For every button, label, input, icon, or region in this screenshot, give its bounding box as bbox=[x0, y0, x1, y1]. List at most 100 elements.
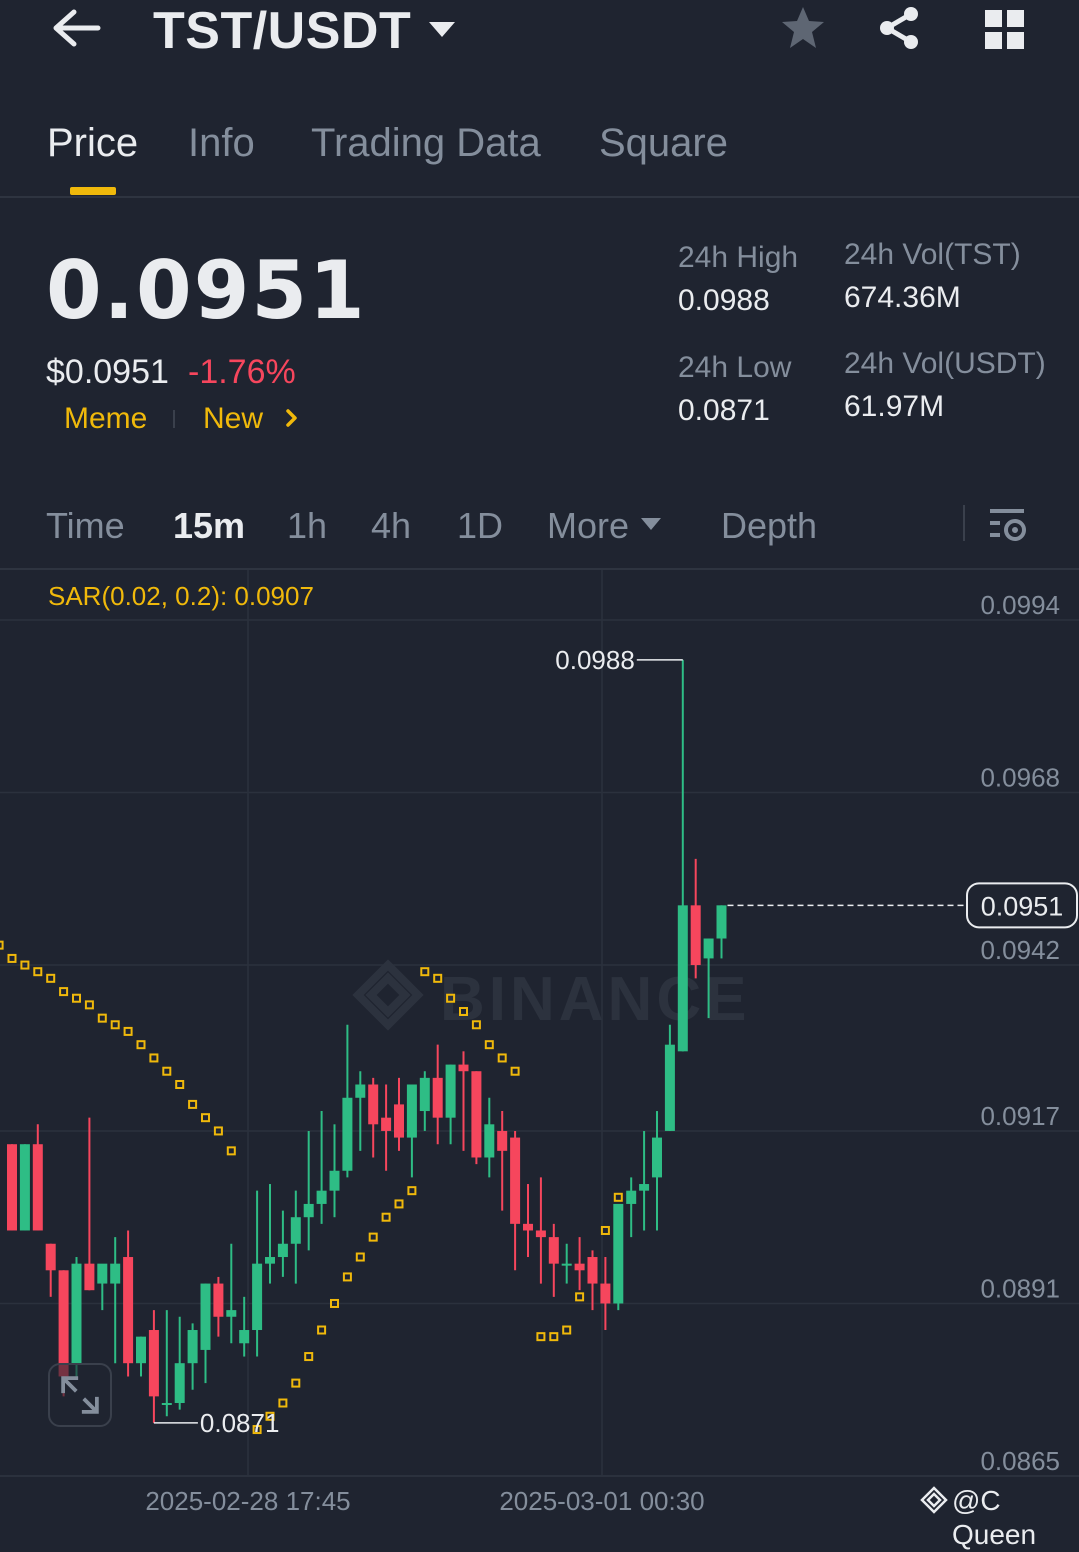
x-tick-label: 2025-03-01 00:30 bbox=[499, 1486, 704, 1516]
sar-dot bbox=[149, 1053, 159, 1063]
candle-body bbox=[187, 1330, 198, 1364]
tag-meme[interactable]: Meme bbox=[64, 400, 147, 438]
candle-body bbox=[445, 1064, 456, 1118]
candle-body bbox=[394, 1104, 404, 1138]
candle-body bbox=[548, 1237, 559, 1264]
candle-body bbox=[368, 1084, 379, 1125]
sar-dot bbox=[136, 1040, 146, 1050]
candle-body bbox=[136, 1336, 146, 1364]
sar-dot bbox=[420, 967, 430, 977]
sar-dot bbox=[536, 1332, 546, 1342]
y-tick-label: 0.0865 bbox=[980, 1446, 1060, 1476]
candle-body bbox=[226, 1310, 237, 1317]
binance-watermark-text: BINANCE bbox=[440, 965, 750, 1034]
share-icon[interactable] bbox=[875, 4, 923, 52]
grid-icon[interactable] bbox=[983, 8, 1027, 52]
y-tick-label: 0.0917 bbox=[980, 1101, 1060, 1131]
chevron-right-icon[interactable] bbox=[284, 406, 300, 430]
candle-body bbox=[639, 1184, 650, 1191]
candle-body bbox=[316, 1190, 327, 1204]
pair-title[interactable]: TST/USDT bbox=[153, 0, 411, 62]
back-arrow-icon[interactable] bbox=[50, 6, 102, 50]
candle-body bbox=[239, 1330, 250, 1344]
vol-quote-label: 24h Vol(USDT) bbox=[844, 347, 1046, 380]
sar-indicator-label: SAR(0.02, 0.2): 0.0907 bbox=[48, 581, 314, 611]
interval-depth[interactable]: Depth bbox=[721, 503, 817, 549]
fullscreen-button[interactable] bbox=[48, 1363, 112, 1427]
candle-body bbox=[406, 1084, 417, 1138]
vol-base-label: 24h Vol(TST) bbox=[844, 238, 1021, 271]
candle-body bbox=[523, 1223, 533, 1231]
interval-4h[interactable]: 4h bbox=[371, 503, 411, 549]
sar-dot bbox=[562, 1325, 572, 1335]
star-icon[interactable] bbox=[779, 4, 827, 52]
more-caret-down-icon[interactable] bbox=[640, 516, 662, 532]
tab-info[interactable]: Info bbox=[188, 118, 255, 168]
y-tick-label: 0.0891 bbox=[980, 1273, 1060, 1303]
candle-body bbox=[419, 1077, 430, 1112]
interval-time[interactable]: Time bbox=[46, 503, 125, 549]
caret-down-icon[interactable] bbox=[427, 18, 457, 40]
candle-body bbox=[355, 1084, 366, 1098]
candle-body bbox=[587, 1257, 598, 1284]
sar-dot bbox=[110, 1020, 120, 1030]
candle-body bbox=[213, 1283, 224, 1317]
sar-dot bbox=[484, 1040, 494, 1050]
current-price-label: 0.0951 bbox=[981, 891, 1064, 921]
expand-icon bbox=[61, 1376, 99, 1414]
tab-square[interactable]: Square bbox=[599, 118, 728, 168]
sar-dot bbox=[355, 1252, 365, 1262]
high-24h-label: 24h High bbox=[678, 241, 799, 274]
candle-body bbox=[664, 1044, 675, 1131]
candle-body bbox=[497, 1130, 508, 1151]
candle-body bbox=[677, 905, 688, 1052]
sar-dot bbox=[497, 1053, 507, 1063]
candle-body bbox=[277, 1243, 288, 1258]
sar-dot bbox=[46, 973, 56, 983]
candle-body bbox=[290, 1217, 301, 1244]
usd-price: $0.0951 bbox=[46, 353, 169, 391]
sar-dot bbox=[123, 1026, 133, 1036]
candle-body bbox=[600, 1283, 611, 1304]
candle-body bbox=[535, 1230, 546, 1238]
interval-more[interactable]: More bbox=[547, 503, 629, 549]
candle-body bbox=[690, 905, 701, 966]
candle-body bbox=[252, 1263, 263, 1331]
candle-body bbox=[200, 1283, 211, 1350]
last-price: 0.0951 bbox=[46, 244, 367, 337]
sar-dot bbox=[175, 1079, 185, 1089]
candle-body bbox=[329, 1170, 340, 1191]
y-tick-label: 0.0968 bbox=[980, 763, 1060, 793]
candle-body bbox=[652, 1137, 662, 1178]
interval-15m[interactable]: 15m bbox=[173, 503, 245, 549]
tab-price[interactable]: Price bbox=[47, 118, 138, 168]
sar-dot bbox=[549, 1332, 559, 1342]
interval-1d[interactable]: 1D bbox=[457, 503, 503, 549]
tab-trading-data[interactable]: Trading Data bbox=[311, 118, 541, 168]
interval-1h[interactable]: 1h bbox=[287, 503, 327, 549]
candle-body bbox=[432, 1077, 443, 1118]
sar-dot bbox=[188, 1099, 198, 1109]
sar-dot bbox=[291, 1378, 301, 1388]
sar-dot bbox=[226, 1146, 236, 1156]
sar-dot bbox=[407, 1186, 417, 1196]
sar-dot bbox=[317, 1325, 327, 1335]
watermark-handle: @C Queen bbox=[952, 1485, 1037, 1550]
sar-dot bbox=[600, 1225, 610, 1235]
sar-dot bbox=[0, 940, 4, 950]
sar-dot bbox=[84, 1000, 94, 1010]
candle-body bbox=[97, 1263, 108, 1284]
chart-settings-icon[interactable] bbox=[988, 506, 1028, 542]
candle-body bbox=[703, 938, 714, 959]
candle-body bbox=[716, 905, 727, 939]
candlestick-chart[interactable]: 0.0994 0.0968 0.0942 0.0917 0.0891 0.0865 2025… bbox=[0, 570, 1079, 1523]
candle-body bbox=[626, 1190, 637, 1204]
candle-body bbox=[174, 1363, 185, 1404]
vol-base-value: 674.36M bbox=[844, 281, 961, 314]
candle-body bbox=[161, 1403, 172, 1406]
candle-body bbox=[71, 1263, 82, 1364]
candle-body bbox=[574, 1263, 585, 1271]
candle-body bbox=[510, 1137, 521, 1224]
tag-new[interactable]: New bbox=[203, 400, 263, 438]
sar-dot bbox=[613, 1192, 623, 1202]
